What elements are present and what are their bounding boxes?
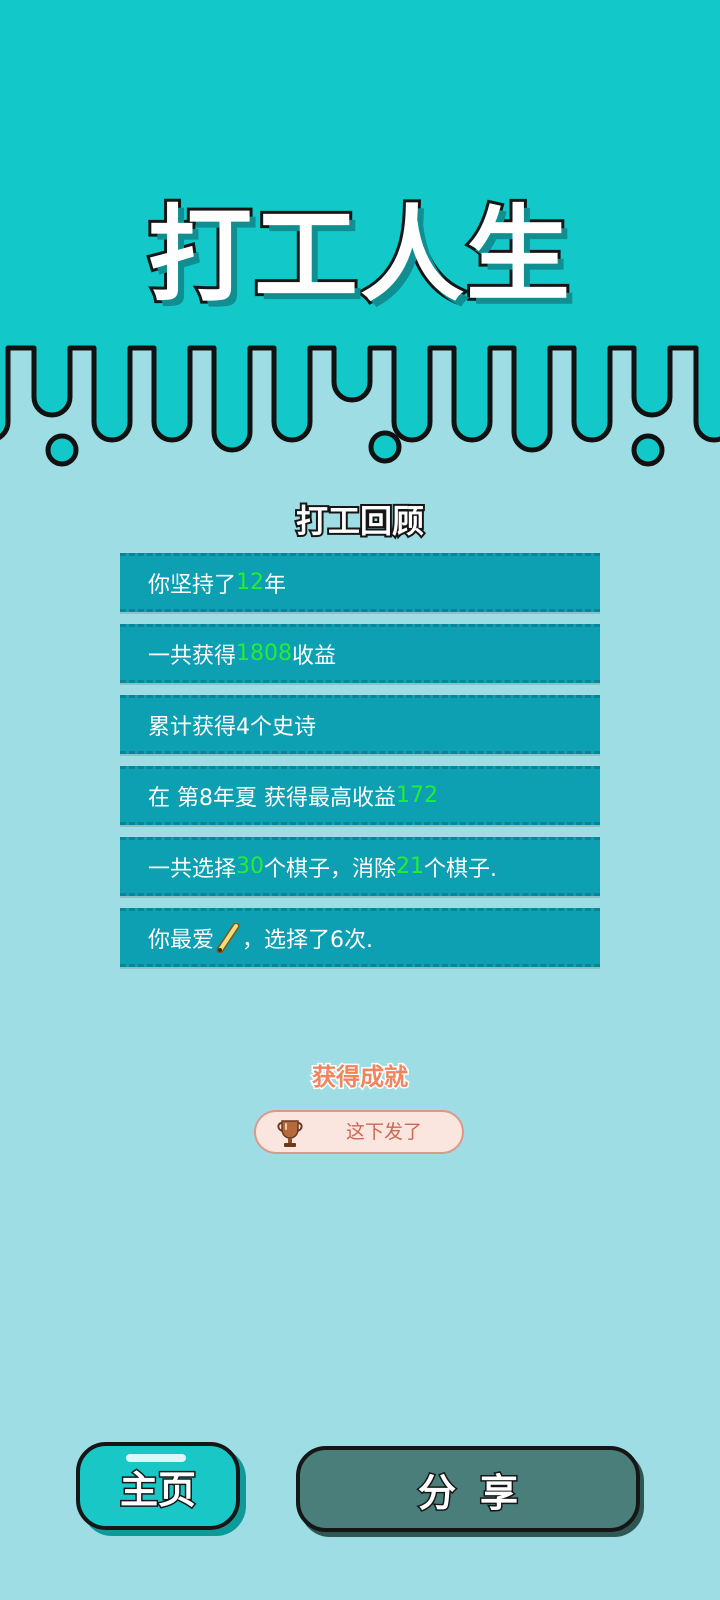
home-button-label: 主页 [118,1466,197,1513]
game-title: 打工人生 [145,191,573,319]
stat-text: 在 第8年夏 获得最高收益 [148,785,396,811]
achievement-badge[interactable]: 这下发了 [254,1110,464,1154]
stat-value: 12 [236,570,265,595]
pencil-icon [216,922,240,953]
stat-row-favorite: 你最爱 ，选择了6次. [120,908,600,967]
stat-row-epics: 累计获得4个史诗 [120,695,600,754]
achievement-name: 这下发了 [345,1121,422,1143]
drip-droplet [631,433,665,467]
stat-value: 1808 [236,641,293,666]
review-heading: 打工回顾 [294,500,426,542]
stat-value: 172 [395,783,438,808]
stat-value: 21 [396,854,425,879]
stat-text: 一共选择 [148,856,237,882]
share-button[interactable]: 分享 [296,1446,640,1532]
drip-droplet [368,430,402,464]
stat-text: 年 [264,572,287,598]
share-button-label: 分享 [416,1469,542,1516]
stat-text: 收益 [292,643,337,669]
stat-value: 30 [236,854,265,879]
trophy-icon [277,1120,303,1147]
achievement-heading: 获得成就 [311,1062,410,1093]
stat-text: 个棋子，消除 [264,856,397,882]
stat-text: 个棋子. [424,856,498,882]
stat-row-years: 你坚持了 12 年 [120,553,600,612]
stat-text: 一共获得 [148,643,237,669]
stat-row-best-season: 在 第8年夏 获得最高收益 172 [120,766,600,825]
stat-text: 累计获得4个史诗 [148,714,316,740]
stat-text: 你坚持了 [148,572,237,598]
drip-droplet [45,433,79,467]
stat-text: ，选择了6次. [242,927,374,953]
home-button[interactable]: 主页 [76,1442,240,1530]
stat-text: 你最爱 [148,927,215,953]
stat-row-income: 一共获得 1808 收益 [120,624,600,683]
stat-row-pieces: 一共选择 30 个棋子，消除 21 个棋子. [120,837,600,896]
button-gloss [126,1454,186,1462]
